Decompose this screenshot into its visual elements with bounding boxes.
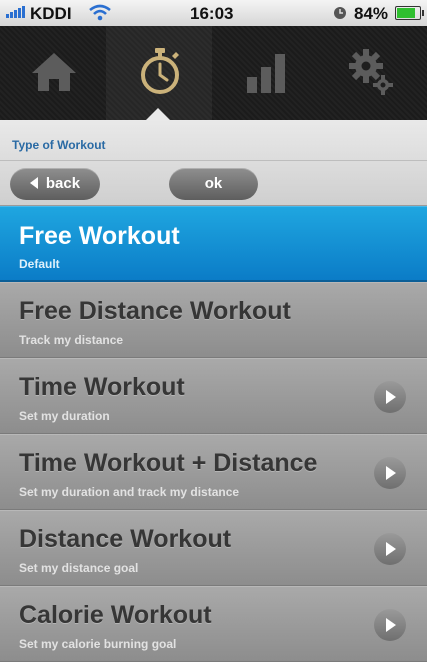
workout-row-time-distance[interactable]: Time Workout + Distance Set my duration … <box>0 434 427 510</box>
workout-row-free-distance[interactable]: Free Distance Workout Track my distance <box>0 282 427 358</box>
workout-title: Time Workout <box>19 373 185 401</box>
disclosure-arrow-icon[interactable] <box>374 457 406 489</box>
workout-subtitle: Set my duration and track my distance <box>19 485 240 499</box>
clock-time: 16:03 <box>190 4 234 23</box>
tab-statistics[interactable] <box>212 26 318 120</box>
battery-icon <box>395 6 424 20</box>
battery-percent: 84% <box>354 4 389 23</box>
workout-subtitle: Track my distance <box>19 333 124 347</box>
page-title: Type of Workout <box>12 138 106 152</box>
back-arrow-icon <box>29 177 38 190</box>
workout-row-free[interactable]: Free Workout Default <box>0 206 427 282</box>
disclosure-arrow-icon[interactable] <box>374 609 406 641</box>
alarm-clock-icon <box>334 7 346 19</box>
back-button-label: back <box>45 175 81 192</box>
gear-icon <box>349 49 393 95</box>
workout-subtitle: Set my distance goal <box>19 561 139 575</box>
stopwatch-icon <box>141 48 179 94</box>
wifi-icon <box>89 4 111 21</box>
carrier-name: KDDI <box>30 4 72 23</box>
workout-row-distance[interactable]: Distance Workout Set my distance goal <box>0 510 427 586</box>
header-divider <box>0 160 427 161</box>
workout-title: Calorie Workout <box>19 601 212 629</box>
tab-workout[interactable] <box>106 26 212 120</box>
status-bar: KDDI 16:03 84% <box>0 0 427 27</box>
tab-settings[interactable] <box>318 26 424 120</box>
tab-home[interactable] <box>0 26 106 120</box>
home-icon <box>32 53 76 91</box>
ok-button-label: ok <box>204 175 223 192</box>
disclosure-arrow-icon[interactable] <box>374 533 406 565</box>
workout-subtitle: Default <box>19 257 60 271</box>
workout-title: Free Distance Workout <box>19 297 291 325</box>
workout-title: Distance Workout <box>19 525 232 553</box>
workout-subtitle: Set my duration <box>19 409 110 423</box>
bar-chart-icon <box>247 54 285 93</box>
workout-row-calorie[interactable]: Calorie Workout Set my calorie burning g… <box>0 586 427 662</box>
ok-button[interactable]: ok <box>169 168 258 200</box>
active-tab-pointer <box>146 108 170 120</box>
workout-title: Free Workout <box>19 222 180 250</box>
back-button[interactable]: back <box>10 168 100 200</box>
workout-title: Time Workout + Distance <box>19 449 318 477</box>
workout-row-time[interactable]: Time Workout Set my duration <box>0 358 427 434</box>
disclosure-arrow-icon[interactable] <box>374 381 406 413</box>
main-tab-bar <box>0 26 427 120</box>
workout-subtitle: Set my calorie burning goal <box>19 637 177 651</box>
